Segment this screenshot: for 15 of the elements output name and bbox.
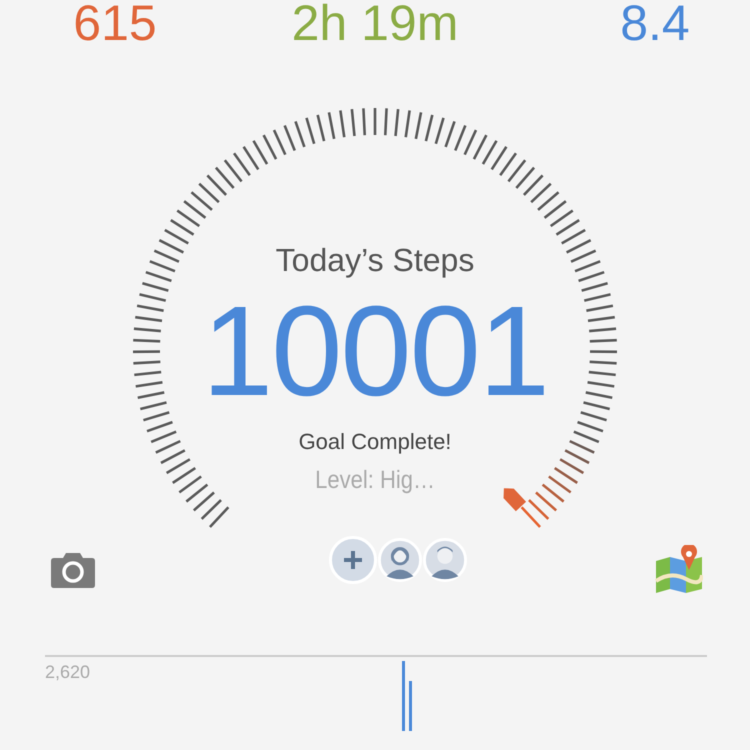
step-count: 10001 <box>202 282 548 422</box>
map-icon[interactable] <box>655 545 703 595</box>
stat-value: 8.4 <box>620 0 690 50</box>
gauge-title: Today’s Steps <box>276 241 474 280</box>
stat-value: 615 <box>73 0 157 50</box>
add-friend-button[interactable] <box>329 536 377 584</box>
plus-icon <box>342 549 364 571</box>
goal-marker <box>504 488 526 512</box>
stat-value: 2h 19m <box>292 0 458 50</box>
axis-max-label: 2,620 <box>45 662 90 683</box>
avatar-icon[interactable] <box>423 538 467 582</box>
level-label: Level: Hig… <box>315 465 435 496</box>
camera-icon[interactable] <box>50 551 96 589</box>
goal-status: Goal Complete! <box>298 428 452 456</box>
avatar-icon[interactable] <box>378 538 422 582</box>
